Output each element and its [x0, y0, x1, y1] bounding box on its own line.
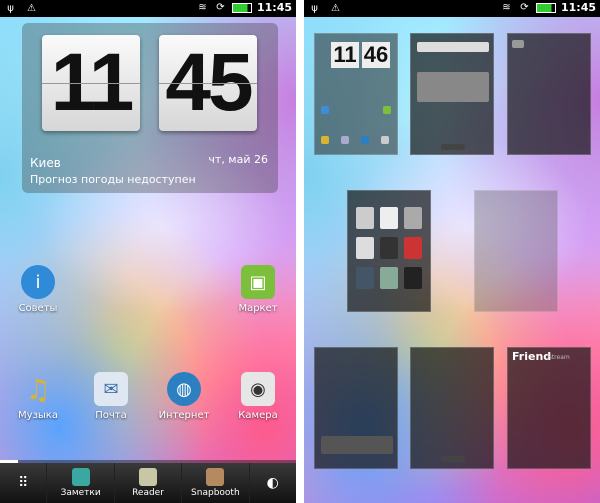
- clock-minutes: 45: [159, 35, 257, 131]
- snapbooth-icon: [206, 468, 225, 486]
- camera-icon: ◉: [241, 372, 275, 406]
- app-label: Музыка: [18, 410, 58, 421]
- app-mail[interactable]: ✉ Почта: [79, 372, 143, 421]
- screen-thumbnail-2[interactable]: [410, 33, 494, 155]
- app-label: Почта: [95, 410, 127, 421]
- app-label: Камера: [238, 410, 278, 421]
- screen-thumbnail-3[interactable]: [507, 33, 591, 155]
- home-screen: ψ ⚠ ≋ ⟳ 11:45 11 45 Киев Прогноз погоды …: [0, 0, 296, 503]
- usb-icon: ψ: [311, 3, 318, 14]
- dock-snapbooth[interactable]: Snapbooth: [182, 463, 250, 503]
- market-icon: ▣: [241, 265, 275, 299]
- weather-status: Прогноз погоды недоступен: [30, 173, 196, 186]
- status-bar: ψ ⚠ ≋ ⟳ 11:45: [0, 0, 296, 17]
- screen-thumbnail-1[interactable]: 11 46: [314, 33, 398, 155]
- app-tips[interactable]: i Советы: [6, 265, 70, 314]
- friend-stream-title: Friend: [512, 350, 552, 363]
- wifi-icon: ≋: [502, 2, 511, 13]
- usb-icon: ψ: [7, 3, 14, 14]
- status-bar: ψ ⚠ ≋ ⟳ 11:45: [304, 0, 600, 17]
- screen-thumbnail-4[interactable]: [347, 190, 431, 312]
- personalize-button[interactable]: ◐: [250, 463, 296, 503]
- all-apps-icon: ⠿: [18, 475, 29, 491]
- screen-thumbnail-5[interactable]: [474, 190, 558, 312]
- app-label: Советы: [18, 303, 58, 314]
- personalize-icon: ◐: [266, 475, 279, 491]
- app-camera[interactable]: ◉ Камера: [226, 372, 290, 421]
- warning-icon: ⚠: [331, 3, 340, 14]
- app-label: Маркет: [238, 303, 278, 314]
- battery-icon: [231, 2, 252, 13]
- app-label: Интернет: [158, 410, 210, 421]
- app-music[interactable]: ♫ Музыка: [6, 372, 70, 422]
- all-apps-button[interactable]: ⠿: [0, 463, 48, 503]
- screen-thumbnail-6[interactable]: [314, 347, 398, 469]
- app-market[interactable]: ▣ Маркет: [226, 265, 290, 314]
- mini-clock-hours: 11: [331, 42, 359, 68]
- status-time: 11:45: [256, 1, 292, 14]
- dock-label: Reader: [132, 488, 164, 498]
- dock-label: Snapbooth: [191, 488, 240, 498]
- status-time: 11:45: [560, 1, 596, 14]
- globe-icon: ◍: [167, 372, 201, 406]
- battery-icon: [535, 2, 556, 13]
- sync-icon: ⟳: [216, 2, 225, 13]
- reader-icon: [138, 468, 157, 486]
- leap-view-screen: ψ ⚠ ≋ ⟳ 11:45 11 46 Friend Stream: [304, 0, 600, 503]
- weather-city: Киев: [30, 156, 61, 170]
- dock-notes[interactable]: Заметки: [47, 463, 115, 503]
- mail-icon: ✉: [94, 372, 128, 406]
- dock-reader[interactable]: Reader: [115, 463, 183, 503]
- sync-icon: ⟳: [520, 2, 529, 13]
- mini-clock-minutes: 46: [362, 42, 390, 68]
- clock-weather-widget[interactable]: 11 45 Киев Прогноз погоды недоступен чт,…: [22, 23, 278, 193]
- warning-icon: ⚠: [27, 3, 36, 14]
- screen-thumbnail-8[interactable]: Friend Stream: [507, 347, 591, 469]
- music-icon: ♫: [25, 372, 51, 406]
- clock-hours: 11: [42, 35, 140, 131]
- clock-date: чт, май 26: [208, 153, 268, 166]
- dock-label: Заметки: [60, 488, 101, 498]
- notes-icon: [71, 468, 90, 486]
- info-icon: i: [21, 265, 55, 299]
- screen-thumbnail-7[interactable]: [410, 347, 494, 469]
- wifi-icon: ≋: [198, 2, 207, 13]
- app-internet[interactable]: ◍ Интернет: [152, 372, 216, 421]
- bottom-dock: ⠿ Заметки Reader Snapbooth ◐: [0, 463, 296, 503]
- friend-stream-sub: Stream: [548, 354, 570, 361]
